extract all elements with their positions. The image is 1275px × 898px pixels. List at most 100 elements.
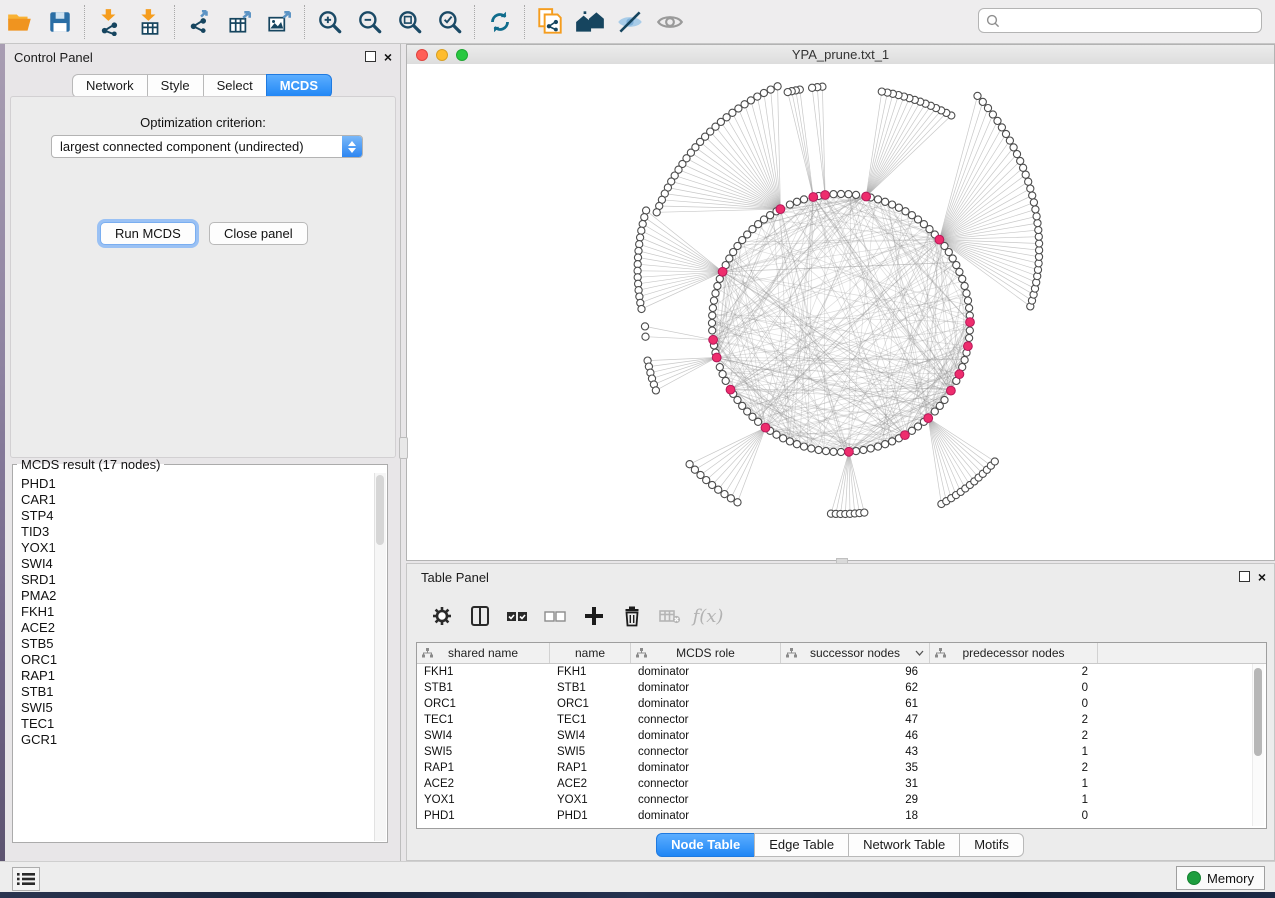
save-session-icon[interactable] [40,4,80,40]
status-bar: Memory [0,861,1275,893]
table-cell: connector [631,746,781,758]
mcds-result-item[interactable]: ACE2 [21,620,375,636]
mcds-result-list[interactable]: PHD1CAR1STP4TID3YOX1SWI4SRD1PMA2FKH1ACE2… [14,473,375,841]
table-row[interactable]: SWI4SWI4dominator462 [417,728,1266,744]
import-network-icon[interactable] [90,4,130,40]
table-cell: ACE2 [417,778,550,790]
run-mcds-button[interactable]: Run MCDS [100,222,196,245]
import-table-icon[interactable] [130,4,170,40]
list-icon [17,872,35,886]
column-header-shared-name[interactable]: shared name [417,643,550,663]
table-panel-tabs: Node Table Edge Table Network Table Moti… [407,833,1274,857]
tab-select[interactable]: Select [203,74,267,98]
table-cell: TEC1 [550,714,631,726]
close-panel-icon[interactable]: × [384,52,392,62]
column-header-successor-nodes[interactable]: successor nodes [781,643,930,663]
first-neighbors-icon[interactable] [570,4,610,40]
mcds-list-scrollbar[interactable] [374,473,386,841]
column-header-mcds-role[interactable]: MCDS role [631,643,781,663]
open-file-icon[interactable] [0,4,40,40]
sort-chevron-icon[interactable] [915,650,924,656]
select-all-columns-icon[interactable] [501,599,535,633]
search-box[interactable] [978,8,1262,33]
table-row[interactable]: STB1STB1dominator620 [417,680,1266,696]
mcds-result-item[interactable]: CAR1 [21,492,375,508]
mcds-result-item[interactable]: YOX1 [21,540,375,556]
hide-selected-icon[interactable] [610,4,650,40]
mcds-result-item[interactable]: TEC1 [21,716,375,732]
mcds-result-item[interactable]: PHD1 [21,476,375,492]
table-row[interactable]: PHD1PHD1dominator180 [417,808,1266,824]
tab-edge-table[interactable]: Edge Table [754,833,849,857]
node-table-header: shared name name MCDS role successor nod… [417,643,1266,664]
tab-style[interactable]: Style [147,74,204,98]
table-cell: RAP1 [550,762,631,774]
mcds-result-item[interactable]: PMA2 [21,588,375,604]
zoom-out-icon[interactable] [350,4,390,40]
deselect-all-columns-icon[interactable] [539,599,573,633]
node-table: shared name name MCDS role successor nod… [416,642,1267,829]
create-column-icon[interactable] [577,599,611,633]
column-header-name[interactable]: name [550,643,631,663]
control-panel-tabs: Network Style Select MCDS [5,74,400,98]
mcds-result-item[interactable]: RAP1 [21,668,375,684]
close-table-panel-icon[interactable]: × [1258,572,1266,582]
zoom-in-icon[interactable] [310,4,350,40]
mcds-result-item[interactable]: STB5 [21,636,375,652]
table-row[interactable]: TEC1TEC1connector472 [417,712,1266,728]
float-table-panel-icon[interactable] [1239,571,1250,582]
column-header-predecessor-nodes[interactable]: predecessor nodes [930,643,1098,663]
zoom-selected-icon[interactable] [430,4,470,40]
table-cell: 1 [930,778,1098,790]
table-cell: connector [631,794,781,806]
duplicate-network-icon[interactable] [530,4,570,40]
node-table-body: FKH1FKH1dominator962STB1STB1dominator620… [417,664,1266,824]
tab-motifs[interactable]: Motifs [959,833,1024,857]
tab-node-table[interactable]: Node Table [656,833,755,857]
mcds-result-item[interactable]: STB1 [21,684,375,700]
table-row[interactable]: SWI5SWI5connector431 [417,744,1266,760]
tab-mcds[interactable]: MCDS [266,74,332,98]
show-columns-icon[interactable] [463,599,497,633]
memory-button[interactable]: Memory [1176,866,1265,890]
delete-column-icon[interactable] [615,599,649,633]
mcds-result-item[interactable]: FKH1 [21,604,375,620]
tab-network[interactable]: Network [72,74,148,98]
search-input[interactable] [1001,12,1261,29]
mcds-result-item[interactable]: ORC1 [21,652,375,668]
table-cell: dominator [631,682,781,694]
refresh-icon[interactable] [480,4,520,40]
network-window-titlebar[interactable]: YPA_prune.txt_1 [407,45,1274,65]
table-scrollbar[interactable] [1252,664,1264,826]
network-graph[interactable] [407,64,1274,560]
table-row[interactable]: FKH1FKH1dominator962 [417,664,1266,680]
table-row[interactable]: YOX1YOX1connector291 [417,792,1266,808]
table-cell: dominator [631,698,781,710]
mcds-result-item[interactable]: SRD1 [21,572,375,588]
table-row[interactable]: ACE2ACE2connector311 [417,776,1266,792]
export-table-icon[interactable] [220,4,260,40]
tab-network-table[interactable]: Network Table [848,833,960,857]
zoom-fit-icon[interactable] [390,4,430,40]
export-network-icon[interactable] [180,4,220,40]
export-image-icon[interactable] [260,4,300,40]
table-cell: FKH1 [550,666,631,678]
table-row[interactable]: RAP1RAP1dominator352 [417,760,1266,776]
show-all-icon[interactable] [650,4,690,40]
mcds-result-item[interactable]: STP4 [21,508,375,524]
table-settings-gear-icon[interactable] [425,599,459,633]
table-row[interactable]: ORC1ORC1dominator610 [417,696,1266,712]
table-cell: dominator [631,762,781,774]
control-panel-title: Control Panel [14,50,93,65]
table-scrollbar-thumb[interactable] [1254,668,1262,756]
float-panel-icon[interactable] [365,51,376,62]
mcds-result-item[interactable]: TID3 [21,524,375,540]
toolbar-separator [174,5,176,39]
task-history-button[interactable] [12,867,40,891]
panel-splitter-grip[interactable] [399,437,408,459]
optimization-criterion-select[interactable]: largest connected component (undirected) [51,135,363,158]
mcds-result-item[interactable]: SWI5 [21,700,375,716]
mcds-result-item[interactable]: SWI4 [21,556,375,572]
close-panel-button[interactable]: Close panel [209,222,308,245]
mcds-result-item[interactable]: GCR1 [21,732,375,748]
